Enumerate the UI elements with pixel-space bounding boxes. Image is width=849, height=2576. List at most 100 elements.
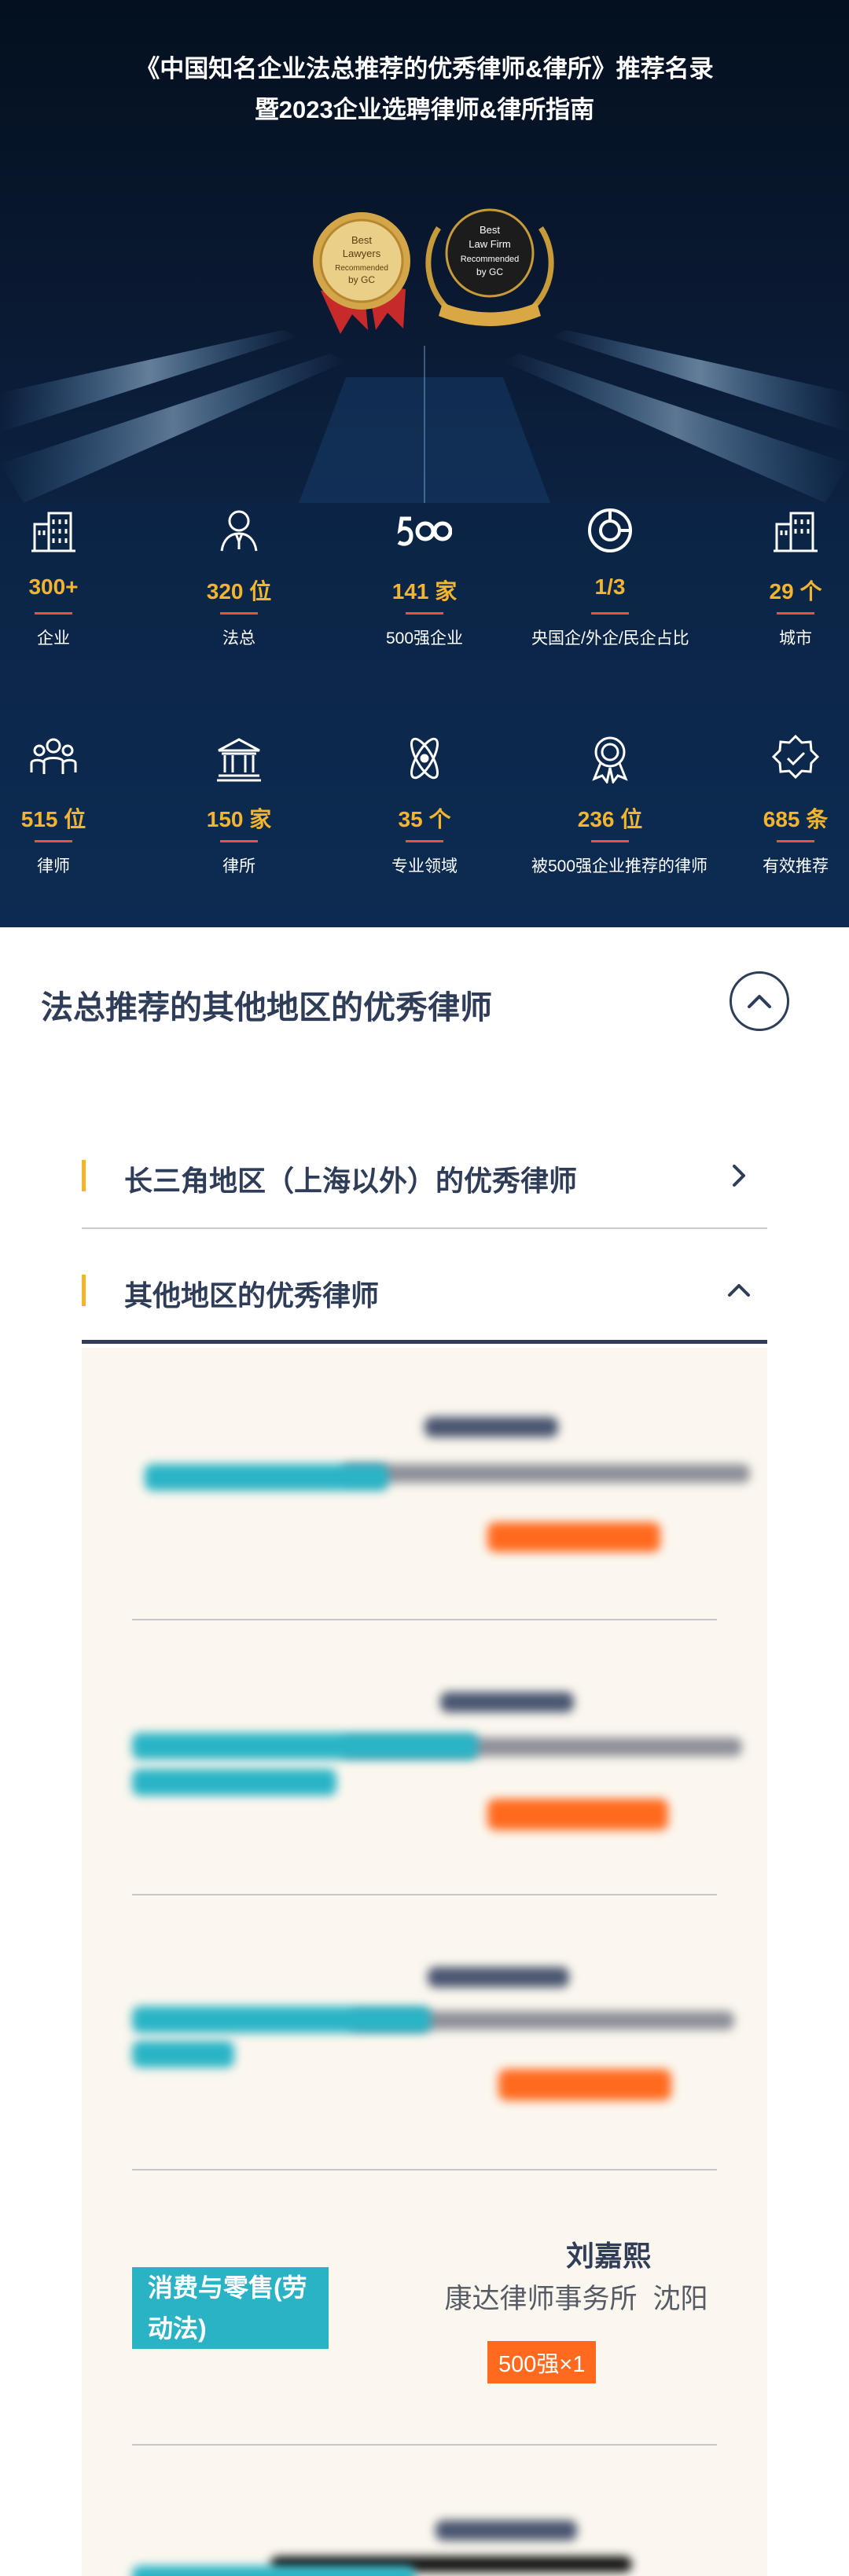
city-icon <box>717 499 849 562</box>
lawyer-card-blurred[interactable] <box>82 1623 767 1898</box>
blurred-tag <box>132 1733 478 1760</box>
stat-fortune-500: 141 家 500强企业 <box>346 499 503 649</box>
chevron-up-icon <box>748 995 771 1008</box>
collapse-section-button[interactable] <box>730 971 789 1031</box>
courthouse-icon <box>160 727 318 790</box>
stat-label: 500强企业 <box>385 629 464 648</box>
stat-label: 企业 <box>37 629 70 648</box>
card-divider <box>132 1894 717 1895</box>
stat-label: 律所 <box>222 857 255 875</box>
500-icon <box>346 499 503 562</box>
stat-value: 320 位 <box>206 579 272 604</box>
badge-left-line2: Lawyers <box>343 248 381 259</box>
stat-label: 律师 <box>37 857 70 875</box>
stat-valid-recommendations: 685 条 有效推荐 <box>717 727 849 877</box>
lawyer-firm: 康达律师事务所 <box>444 2284 638 2314</box>
stat-divider <box>777 840 814 842</box>
section-title: 法总推荐的其他地区的优秀律师 <box>41 989 492 1026</box>
stat-value: 236 位 <box>577 807 643 831</box>
stat-label: 城市 <box>779 629 812 648</box>
group-icon <box>0 727 132 790</box>
blurred-tag <box>132 1769 336 1796</box>
stat-label: 被500强企业推荐的律师 <box>531 857 708 875</box>
blurred-badge <box>487 1522 660 1552</box>
fortune-500-badge: 500强×1 <box>487 2341 597 2383</box>
stat-practice-areas: 35 个 专业领域 <box>346 727 503 877</box>
lawyer-name: 刘嘉熙 <box>565 2240 651 2272</box>
pie-chart-icon <box>531 499 689 562</box>
blurred-badge <box>498 2069 671 2101</box>
hero-title: 《中国知名企业法总推荐的优秀律师&律所》推荐名录 暨2023企业选聘律师&律所指… <box>0 49 849 130</box>
stat-value: 29 个 <box>769 579 822 604</box>
accordion-item-other-regions[interactable]: 其他地区的优秀律师 <box>82 1229 767 1344</box>
lawyer-card-blurred[interactable] <box>82 1348 767 1623</box>
lawyer-card-blurred[interactable] <box>82 2448 767 2576</box>
stat-divider <box>777 612 814 615</box>
accordion-marker <box>82 1160 86 1191</box>
lawyer-card-blurred[interactable] <box>82 1898 767 2173</box>
award-badges: Best Lawyers Recommended by GC Best Law … <box>313 208 554 334</box>
atom-icon <box>346 727 503 790</box>
stat-divider <box>35 612 72 615</box>
stat-divider <box>406 840 443 842</box>
section-header: 法总推荐的其他地区的优秀律师 <box>0 927 849 1084</box>
stat-divider <box>35 840 72 842</box>
badge-right-line3: Recommended <box>461 255 520 264</box>
lawyer-city: 沈阳 <box>652 2284 708 2314</box>
stat-label: 法总 <box>222 629 255 648</box>
stat-label: 央国企/外企/民企占比 <box>531 629 689 648</box>
award-icon <box>531 727 689 790</box>
blurred-tag <box>132 2566 415 2576</box>
badge-right-line1: Best <box>480 224 500 236</box>
accordion-marker <box>82 1275 86 1306</box>
stat-enterprises: 300+ 企业 <box>0 499 132 649</box>
blurred-tag <box>132 2041 234 2068</box>
accordion-item-yangtze-delta[interactable]: 长三角地区（上海以外）的优秀律师 <box>82 1114 767 1229</box>
stat-divider <box>591 612 629 615</box>
stat-label: 有效推荐 <box>763 857 829 875</box>
verified-badge-icon <box>717 727 849 790</box>
blurred-badge <box>487 1799 668 1830</box>
stat-divider <box>220 840 258 842</box>
accordion-label: 长三角地区（上海以外）的优秀律师 <box>124 1165 578 1197</box>
lawyer-card[interactable]: 刘嘉熙 康达律师事务所 沈阳 消费与零售(劳动法) 500强×1 <box>82 2173 767 2448</box>
blurred-firm <box>341 1464 750 1483</box>
stat-value: 300+ <box>28 574 79 599</box>
card-divider <box>132 2169 717 2171</box>
stat-ownership-ratio: 1/3 央国企/外企/民企占比 <box>531 499 689 649</box>
stat-value: 515 位 <box>20 807 86 831</box>
stat-fortune-500-recommended: 236 位 被500强企业推荐的律师 <box>531 727 708 877</box>
stat-label: 专业领域 <box>391 857 458 875</box>
stat-divider <box>220 612 258 615</box>
stat-value: 685 条 <box>763 807 829 831</box>
building-icon <box>0 499 132 562</box>
hero-title-line2: 暨2023企业选聘律师&律所指南 <box>254 96 595 123</box>
stat-value: 141 家 <box>391 579 458 604</box>
badge-left-line4: by GC <box>348 274 375 285</box>
chevron-right-icon <box>733 1165 745 1187</box>
stats-row-2: 515 位 律师 150 家 律所 35 个 专业领域 236 位 被500强企… <box>0 727 849 923</box>
hero-title-line1: 《中国知名企业法总推荐的优秀律师&律所》推荐名录 <box>135 55 714 83</box>
lawyer-list-panel: 刘嘉熙 康达律师事务所 沈阳 消费与零售(劳动法) 500强×1 <box>82 1348 767 2576</box>
card-divider <box>132 1619 717 1620</box>
blurred-name <box>424 1417 558 1437</box>
stat-lawyers: 515 位 律师 <box>0 727 132 877</box>
stat-value: 1/3 <box>594 574 626 599</box>
stat-divider <box>591 840 629 842</box>
card-divider <box>132 2444 717 2446</box>
blurred-tag <box>145 1464 388 1491</box>
badge-right-line2: Law Firm <box>469 238 510 250</box>
stat-law-firms: 150 家 律所 <box>160 727 318 877</box>
blurred-name <box>440 1692 574 1712</box>
blurred-tag <box>132 2006 431 2033</box>
badge-left-line1: Best <box>351 234 372 246</box>
stat-cities: 29 个 城市 <box>717 499 849 649</box>
stat-value: 150 家 <box>206 807 272 831</box>
stat-divider <box>406 612 443 615</box>
practice-area-tag: 消费与零售(劳动法) <box>132 2267 329 2349</box>
chevron-up-icon <box>728 1284 750 1297</box>
stat-general-counsels: 320 位 法总 <box>160 499 318 649</box>
lawyer-firm-line: 康达律师事务所 沈阳 <box>391 2277 761 2317</box>
badge-left-line3: Recommended <box>335 264 388 273</box>
stats-row-1: 300+ 企业 320 位 法总 141 家 500强企业 1/3 央国企/外企… <box>0 499 849 695</box>
